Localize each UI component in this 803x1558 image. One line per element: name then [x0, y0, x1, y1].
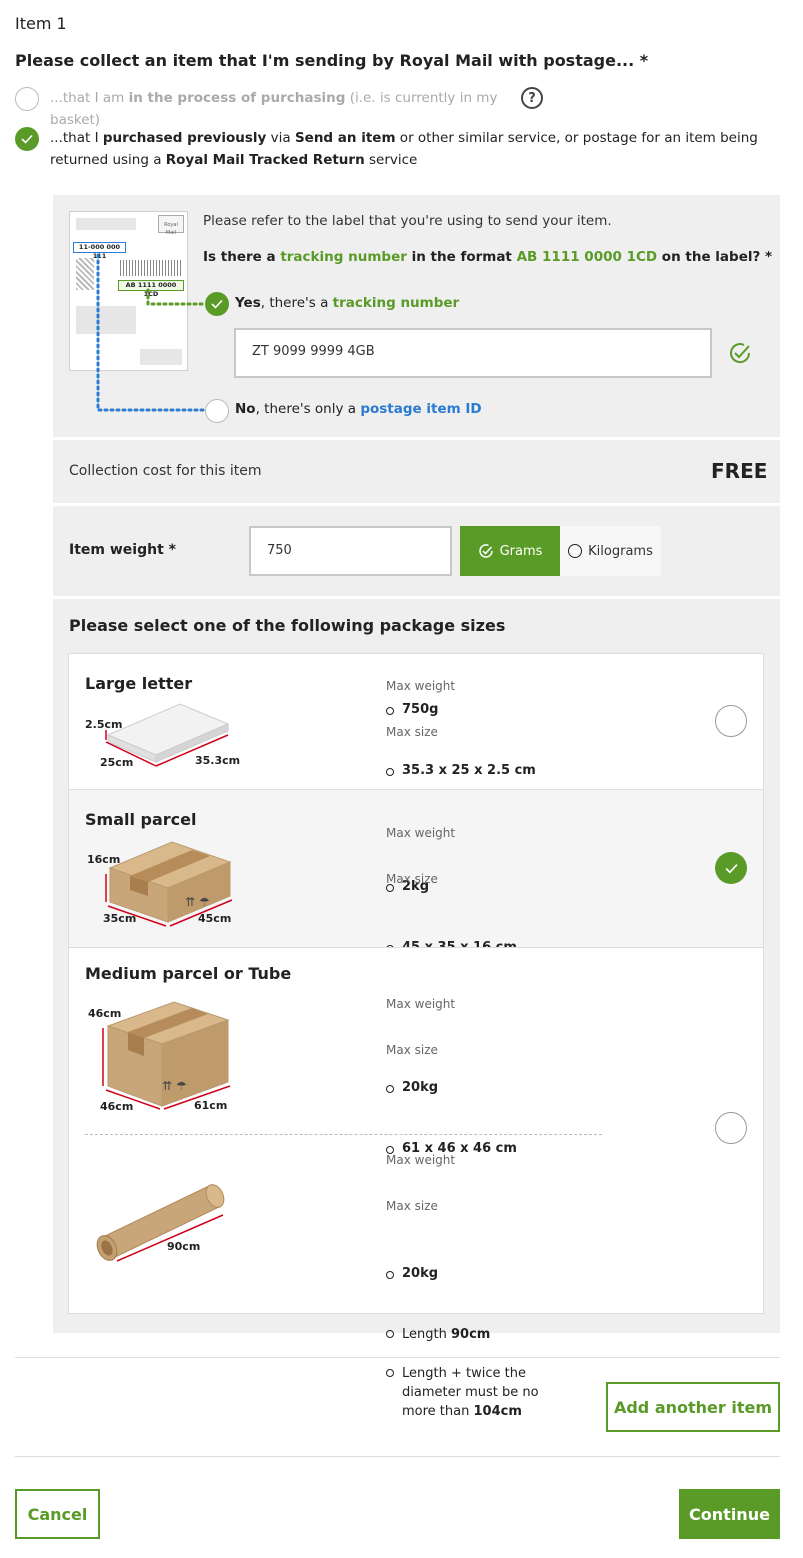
sp-dim-w: 35cm: [103, 912, 137, 925]
ll-dim-w: 25cm: [100, 756, 134, 769]
option-purchasing-text: ...that I am: [50, 90, 129, 106]
tube-rule-max: 104cm: [473, 1404, 522, 1419]
yes-tracking-radio[interactable]: [205, 292, 229, 316]
tube-rule-line-3: more than: [402, 1404, 474, 1419]
opt2-text-4: service: [364, 152, 418, 168]
tq-1: Is there a: [203, 249, 281, 265]
divider: [53, 503, 780, 506]
small-parcel-name: Small parcel: [85, 810, 197, 829]
tq-format: AB 1111 0000 1CD: [516, 249, 658, 265]
large-letter-name: Large letter: [85, 674, 193, 693]
mp-max-weight: 20kg: [386, 1080, 803, 1095]
ll-dim-h: 2.5cm: [85, 718, 123, 731]
opt2-bold-3: Royal Mail Tracked Return: [165, 152, 365, 168]
tube-length: Length 90cm: [386, 1325, 803, 1344]
valid-check-icon: [730, 343, 751, 364]
package-sizes-heading: Please select one of the following packa…: [69, 616, 506, 635]
max-weight-label: Max weight: [386, 826, 456, 840]
option-previous-radio[interactable]: [15, 127, 39, 151]
no-text: , there's only a: [255, 401, 361, 417]
ll-dim-l: 35.3cm: [195, 754, 241, 767]
option-purchasing-label[interactable]: ...that I am in the process of purchasin…: [50, 87, 520, 131]
tube-dim: 90cm: [167, 1240, 201, 1253]
opt2-text-2: via: [266, 130, 295, 146]
no-item-id-label[interactable]: No, there's only a postage item ID: [235, 401, 482, 417]
divider: [15, 1456, 780, 1457]
divider: [53, 437, 780, 440]
mp-dim-h: 46cm: [88, 1007, 122, 1020]
max-weight-label: Max weight: [386, 997, 456, 1011]
cancel-button[interactable]: Cancel: [15, 1489, 100, 1539]
tq-2: in the format: [406, 249, 517, 265]
small-parcel-radio[interactable]: [715, 852, 747, 884]
max-size-label: Max size: [386, 1199, 438, 1213]
sp-max-weight: 2kg: [386, 879, 803, 894]
sp-dim-l: 45cm: [198, 912, 232, 925]
tube-length-value: 90cm: [450, 1327, 491, 1342]
option-previous-label[interactable]: ...that I purchased previously via Send …: [50, 127, 770, 171]
item-weight-label: Item weight *: [69, 542, 176, 558]
tube-rule: Length + twice the diameter must be no m…: [386, 1364, 546, 1421]
yes-bold: Yes: [235, 295, 261, 311]
tracking-number-input[interactable]: ZT 9099 9999 4GB: [234, 328, 712, 378]
ll-max-size: 35.3 x 25 x 2.5 cm: [386, 763, 803, 778]
grams-label: Grams: [499, 543, 543, 559]
tube-length-prefix: Length: [402, 1327, 451, 1342]
help-icon[interactable]: ?: [521, 87, 543, 109]
check-icon: [724, 863, 738, 874]
opt2-bold-2: Send an item: [294, 130, 396, 146]
no-item-id-radio[interactable]: [205, 399, 229, 423]
opt2-bold-1: purchased previously: [102, 130, 267, 146]
tq-3: on the label? *: [657, 249, 773, 265]
tq-tracking: tracking number: [280, 249, 407, 265]
mp-dim-l: 61cm: [194, 1099, 228, 1112]
tube-rule-line-2: diameter must be no: [402, 1385, 539, 1400]
unit-grams-button[interactable]: Grams: [460, 526, 560, 576]
yes-link: tracking number: [332, 295, 460, 311]
label-connectors: [96, 253, 207, 412]
collection-cost-value: FREE: [711, 459, 768, 483]
divider: [85, 1134, 602, 1135]
option-purchasing-bold: in the process of purchasing: [128, 90, 346, 106]
item-weight-input[interactable]: 750: [249, 526, 452, 576]
yes-text: , there's a: [260, 295, 333, 311]
no-bold: No: [235, 401, 256, 417]
continue-button[interactable]: Continue: [679, 1489, 780, 1539]
tube-image: [96, 1184, 225, 1262]
sp-dim-h: 16cm: [87, 853, 121, 866]
max-weight-label: Max weight: [386, 1153, 456, 1167]
yes-tracking-label[interactable]: Yes, there's a tracking number: [235, 295, 459, 311]
medium-parcel-radio[interactable]: [715, 1112, 747, 1144]
divider: [15, 1357, 780, 1358]
tube-rule-line-1: Length + twice the: [402, 1366, 526, 1381]
svg-text:⇈ ☂: ⇈ ☂: [185, 895, 210, 909]
collection-cost-label: Collection cost for this item: [69, 463, 262, 479]
check-icon: [211, 299, 223, 309]
large-letter-radio[interactable]: [715, 705, 747, 737]
radio-circle-icon: [568, 544, 583, 558]
label-intro: Please refer to the label that you're us…: [203, 213, 612, 229]
add-another-item-button[interactable]: Add another item: [606, 1382, 780, 1432]
mp-dim-w: 46cm: [100, 1100, 134, 1113]
collection-question: Please collect an item that I'm sending …: [15, 51, 649, 70]
max-size-label: Max size: [386, 872, 438, 886]
medium-parcel-name: Medium parcel or Tube: [85, 964, 292, 983]
max-size-label: Max size: [386, 1043, 438, 1057]
option-purchasing-radio[interactable]: [15, 87, 39, 111]
kilograms-label: Kilograms: [588, 543, 653, 559]
unit-kilograms-button[interactable]: Kilograms: [560, 526, 661, 576]
check-circle-icon: [478, 544, 493, 558]
opt2-text-1: ...that I: [50, 130, 103, 146]
no-link: postage item ID: [360, 401, 482, 417]
max-weight-label: Max weight: [386, 679, 456, 693]
check-icon: [21, 134, 33, 144]
svg-text:⇈ ☂: ⇈ ☂: [162, 1079, 187, 1093]
tube-max-weight: 20kg: [386, 1266, 803, 1281]
item-title: Item 1: [15, 14, 67, 33]
max-size-label: Max size: [386, 725, 438, 739]
tracking-question: Is there a tracking number in the format…: [203, 249, 772, 265]
divider: [53, 596, 780, 599]
label-brand: Royal Mail: [158, 215, 184, 236]
